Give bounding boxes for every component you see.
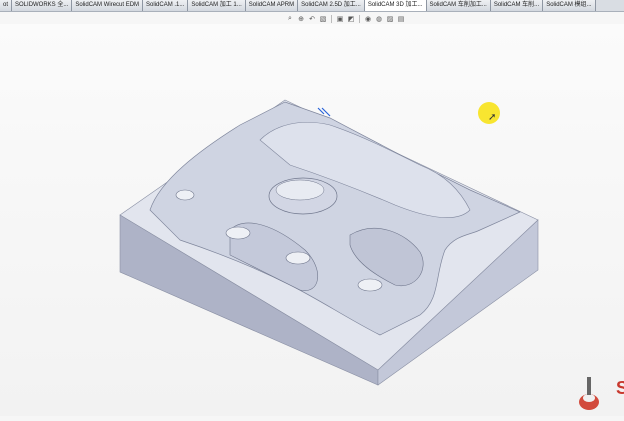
pin-feature bbox=[357, 278, 383, 292]
view-orientation-icon[interactable]: ▣ bbox=[336, 15, 344, 23]
zoom-fit-icon[interactable]: ⌕ bbox=[286, 15, 294, 23]
pin-feature bbox=[225, 226, 251, 240]
tab-0[interactable]: ot bbox=[0, 0, 13, 11]
logo-letter: S bbox=[616, 378, 624, 398]
previous-view-icon[interactable]: ↶ bbox=[308, 15, 316, 23]
tab-5[interactable]: SolidCAM APRM bbox=[245, 0, 299, 11]
tab-8[interactable]: SolidCAM 车削加工... bbox=[426, 0, 491, 11]
pin-feature bbox=[175, 189, 195, 201]
mold-model bbox=[119, 99, 539, 386]
tab-1[interactable]: SOLIDWORKS 全... bbox=[12, 0, 73, 11]
tab-3[interactable]: SolidCAM .1... bbox=[143, 0, 189, 11]
tab-4[interactable]: SolidCAM 加工 1... bbox=[188, 0, 246, 11]
heads-up-view-toolbar: ⌕ ⊕ ↶ ▧ ▣ ◩ ◉ ◍ ▨ ▤ bbox=[286, 13, 405, 24]
appearance-icon[interactable]: ◍ bbox=[375, 15, 383, 23]
tab-6[interactable]: SolidCAM 2.5D 加工... bbox=[298, 0, 365, 11]
display-settings-icon[interactable]: ▤ bbox=[397, 15, 405, 23]
tab-9[interactable]: SolidCAM 车削... bbox=[490, 0, 544, 11]
scene-icon[interactable]: ▨ bbox=[386, 15, 394, 23]
separator bbox=[331, 14, 332, 23]
separator bbox=[359, 14, 360, 23]
tab-7[interactable]: SolidCAM 3D 加工... bbox=[364, 0, 427, 11]
hide-show-icon[interactable]: ◉ bbox=[364, 15, 372, 23]
graphics-area[interactable] bbox=[0, 24, 624, 416]
boss-top bbox=[275, 179, 325, 201]
display-style-icon[interactable]: ◩ bbox=[347, 15, 355, 23]
tab-10[interactable]: SolidCAM 模组... bbox=[543, 0, 596, 11]
command-manager-tabs: ot SOLIDWORKS 全... SolidCAM Wirecut EDM Sol… bbox=[0, 0, 624, 12]
mouse-pointer-icon: ➚ bbox=[488, 112, 497, 123]
tab-2[interactable]: SolidCAM Wirecut EDM bbox=[72, 0, 144, 11]
pin-feature bbox=[285, 251, 311, 265]
zoom-area-icon[interactable]: ⊕ bbox=[297, 15, 305, 23]
section-view-icon[interactable]: ▧ bbox=[319, 15, 327, 23]
